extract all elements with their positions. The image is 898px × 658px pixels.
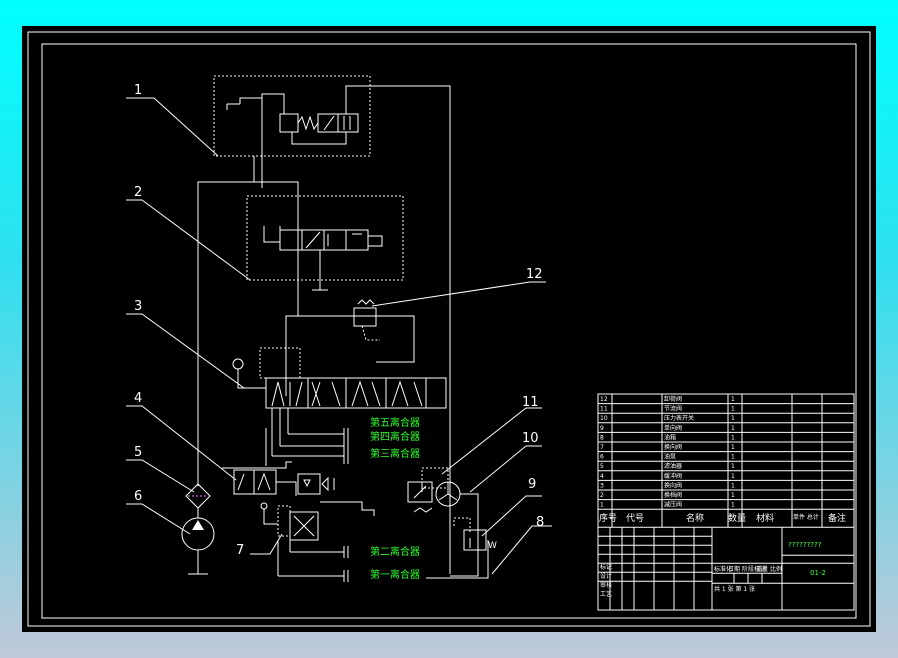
parts-row-name: 缓冲阀	[664, 472, 682, 480]
label-12: 12	[526, 267, 543, 282]
label-7: 7	[236, 543, 244, 558]
clutch-5-label: 第五离合器	[370, 416, 420, 429]
parts-row-qty: 1	[731, 444, 735, 451]
inner-border	[41, 43, 857, 619]
drawing-number: 01-2	[810, 569, 826, 577]
label-4: 4	[134, 391, 142, 406]
component-7-directional-valve	[260, 502, 349, 582]
parts-row-qty: 1	[731, 473, 735, 480]
header-qty: 数量	[728, 512, 746, 524]
leader-lines	[126, 97, 552, 575]
component-11-10-9-8: W	[407, 467, 497, 579]
parts-row-no: 11	[600, 406, 608, 413]
title-left-label: 标记	[600, 563, 612, 571]
clutch-4-label: 第四离合器	[370, 430, 420, 443]
sheet-count: 共 1 张 第 1 张	[714, 585, 755, 593]
label-1: 1	[134, 83, 142, 98]
parts-row-no: 6	[600, 454, 604, 461]
parts-row-no: 8	[600, 434, 604, 441]
component-6-pump	[181, 517, 215, 575]
parts-row-name: 换向阀	[664, 481, 682, 489]
parts-row-qty: 1	[731, 415, 735, 422]
parts-row-qty: 1	[731, 454, 735, 461]
parts-row-name: 卸荷阀	[664, 395, 682, 403]
parts-row-qty: 1	[731, 502, 735, 509]
parts-row-qty: 1	[731, 406, 735, 413]
hydraulic-schematic: W 第五离合器 第四离合器 第三离合器 第二离合器 第一离合器 1 2 3 4 …	[27, 31, 871, 627]
parts-row-no: 12	[600, 396, 608, 403]
parts-row-qty: 1	[731, 463, 735, 470]
parts-row-name: 减压阀	[664, 501, 682, 509]
parts-row-name: 换档阀	[664, 491, 682, 499]
title-left-label: 工艺	[600, 590, 612, 598]
header-material: 材料	[756, 512, 774, 524]
parts-row-no: 7	[600, 444, 604, 451]
label-10: 10	[522, 431, 539, 446]
drawing-canvas: W 第五离合器 第四离合器 第三离合器 第二离合器 第一离合器 1 2 3 4 …	[22, 26, 876, 632]
header-remark: 备注	[828, 512, 846, 524]
component-2-shift-valve	[246, 195, 404, 316]
parts-row-no: 1	[600, 502, 604, 509]
title-block: 12 卸荷阀 111 节流阀 110 压力表开关 19 单向阀 18 油箱 17 换向阀 16 油泵 15 滤…	[597, 393, 855, 611]
title-left-label: 审核	[600, 581, 612, 589]
parts-row-name: 油泵	[664, 453, 676, 461]
parts-row-no: 3	[600, 482, 604, 489]
title-mid-label: 重量	[756, 565, 768, 573]
parts-row-name: 节流阀	[664, 405, 682, 413]
parts-row-name: 油箱	[664, 433, 676, 441]
label-2: 2	[134, 185, 142, 200]
title-left-label: 设计	[600, 572, 612, 580]
header-seq: 序号	[599, 512, 617, 524]
title-mid-label: 比例	[770, 565, 782, 573]
parts-row-name: 单向阀	[664, 424, 682, 432]
label-11: 11	[522, 395, 539, 410]
clutch-3-label: 第三离合器	[370, 447, 420, 460]
parts-row-qty: 1	[731, 482, 735, 489]
parts-row-name: 换向阀	[664, 443, 682, 451]
parts-row-name: 压力表开关	[664, 414, 694, 422]
label-8: 8	[536, 515, 544, 530]
label-3: 3	[134, 299, 142, 314]
parts-row-no: 9	[600, 425, 604, 432]
header-weight: 单件 总计	[793, 513, 819, 521]
outer-border	[27, 31, 871, 627]
title-block-frame	[597, 393, 855, 611]
parts-row-no: 4	[600, 473, 604, 480]
parts-row-name: 滤油器	[664, 462, 682, 470]
drawing-name: ?????????	[788, 541, 822, 549]
component-12-unloading-valve	[285, 299, 415, 396]
parts-row-no: 5	[600, 463, 604, 470]
title-mid-label: 日期	[728, 565, 740, 573]
parts-row-no: 2	[600, 492, 604, 499]
label-9: 9	[528, 477, 536, 492]
component-4-buffer-valve	[222, 461, 375, 516]
parts-row-qty: 1	[731, 492, 735, 499]
parts-row-qty: 1	[731, 434, 735, 441]
header-code: 代号	[626, 513, 644, 524]
clutch-2-label: 第二离合器	[370, 545, 420, 558]
label-6: 6	[134, 489, 142, 504]
parts-row-no: 10	[600, 415, 608, 422]
label-5: 5	[134, 445, 142, 460]
header-name: 名称	[686, 512, 704, 524]
parts-row-qty: 1	[731, 396, 735, 403]
pressure-line	[197, 181, 299, 486]
spring-symbol: W	[488, 541, 497, 551]
parts-row-qty: 1	[731, 425, 735, 432]
component-1-reducing-valve	[213, 75, 451, 574]
clutch-1-label: 第一离合器	[370, 568, 420, 581]
